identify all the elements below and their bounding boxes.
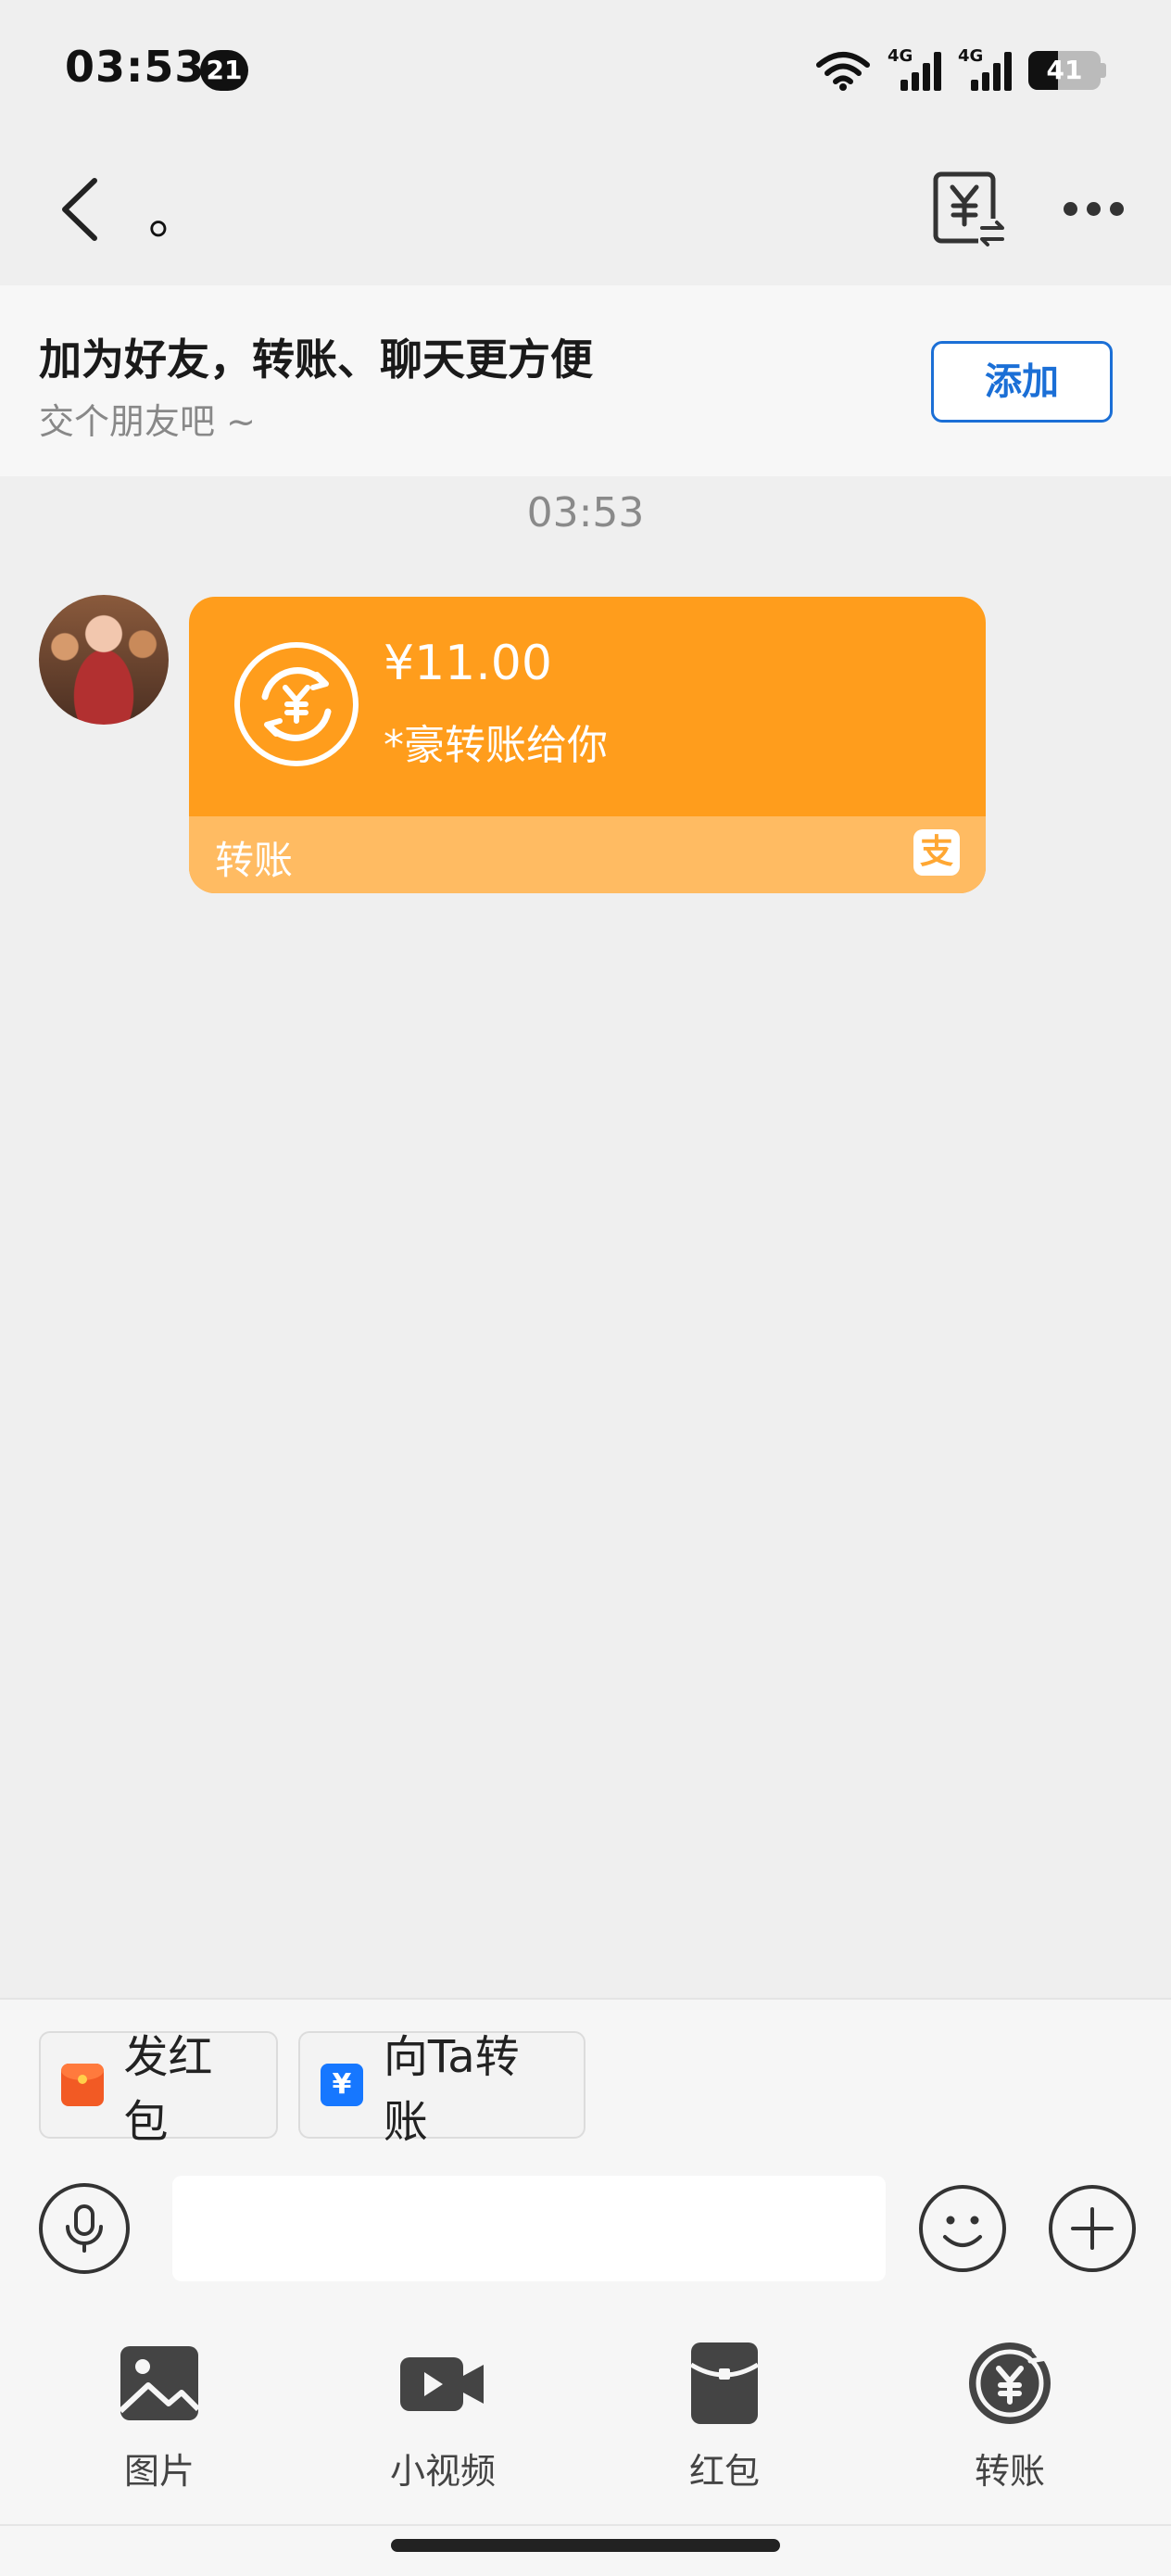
banner-subtitle: 交个朋友吧 ~ — [39, 401, 256, 442]
avatar[interactable] — [39, 595, 169, 725]
transfer-to-them-button[interactable]: ¥ 向Ta转账 — [298, 2031, 586, 2148]
back-button[interactable] — [46, 172, 111, 246]
network-type-label: 4G — [888, 46, 913, 66]
bottom-panel: 发红包 ¥ 向Ta转账 图片 小视频 红包 转账 — [0, 1998, 1171, 2576]
toolbar-red-packet[interactable]: 红包 — [632, 2337, 817, 2522]
notification-count-badge: 21 — [200, 50, 248, 91]
add-friend-button[interactable]: 添加 — [931, 341, 1113, 423]
chat-title: 。 — [148, 186, 200, 246]
battery-icon: 41 — [1028, 51, 1106, 90]
emoji-icon[interactable] — [917, 2183, 1008, 2274]
chat-timestamp: 03:53 — [526, 489, 645, 537]
cellular-signal-icon-2: 4G — [958, 46, 1012, 91]
transfer-to-them-label: 向Ta转账 — [383, 2031, 520, 2148]
wifi-icon — [816, 52, 870, 91]
attachment-toolbar: 图片 小视频 红包 转账 — [0, 2337, 1171, 2522]
toolbar-video-label: 小视频 — [389, 2451, 496, 2492]
red-packet-icon — [61, 2064, 104, 2106]
toolbar-red-packet-label: 红包 — [688, 2451, 760, 2492]
toolbar-video[interactable]: 小视频 — [350, 2337, 535, 2522]
chevron-left-icon — [62, 178, 97, 241]
status-time: 03:53 — [65, 42, 206, 92]
image-icon — [118, 2346, 201, 2420]
transfer-circle-icon — [234, 642, 359, 766]
transfer-record-icon — [933, 171, 1006, 246]
banner-title: 加为好友，转账、聊天更方便 — [39, 335, 593, 385]
transfer-icon — [969, 2342, 1051, 2424]
home-indicator[interactable] — [391, 2539, 780, 2552]
transfer-icon: ¥ — [321, 2064, 363, 2106]
toolbar-transfer-label: 转账 — [974, 2451, 1045, 2492]
add-friend-banner: 加为好友，转账、聊天更方便 交个朋友吧 ~ 添加 — [0, 285, 1171, 476]
status-bar: 03:53 21 4G 4G 41 — [0, 0, 1171, 139]
transfer-amount: ¥11.00 — [384, 636, 552, 691]
video-icon — [400, 2357, 484, 2411]
toolbar-photo-label: 图片 — [123, 2451, 195, 2492]
alipay-icon: 支 — [913, 829, 960, 876]
microphone-icon — [66, 2204, 103, 2253]
transfer-record-button[interactable] — [926, 167, 1010, 250]
divider — [0, 2524, 1171, 2526]
voice-input-button[interactable] — [39, 2183, 130, 2274]
nav-bar: 。 — [0, 139, 1171, 285]
plus-icon[interactable] — [1047, 2183, 1138, 2274]
more-dots-icon — [1063, 201, 1077, 216]
transfer-footer-label: 转账 — [215, 838, 294, 883]
toolbar-transfer[interactable]: 转账 — [917, 2337, 1102, 2522]
send-red-packet-label: 发红包 — [123, 2031, 213, 2148]
more-button[interactable] — [1056, 176, 1130, 241]
message-input[interactable] — [172, 2176, 886, 2281]
transfer-description: *豪转账给你 — [384, 722, 608, 769]
send-red-packet-button[interactable]: 发红包 — [39, 2031, 278, 2148]
battery-level: 41 — [1046, 55, 1083, 85]
status-icons: 4G 4G 41 — [815, 46, 1106, 95]
transfer-card-body: ¥11.00 *豪转账给你 — [189, 597, 986, 816]
toolbar-photo[interactable]: 图片 — [67, 2337, 252, 2522]
transfer-card-footer: 转账 支 — [189, 816, 986, 893]
transfer-message-card[interactable]: ¥11.00 *豪转账给你 转账 支 — [189, 597, 986, 893]
cellular-signal-icon: 4G — [888, 46, 941, 91]
network-type-label-2: 4G — [958, 46, 984, 66]
red-packet-icon — [689, 2342, 760, 2424]
